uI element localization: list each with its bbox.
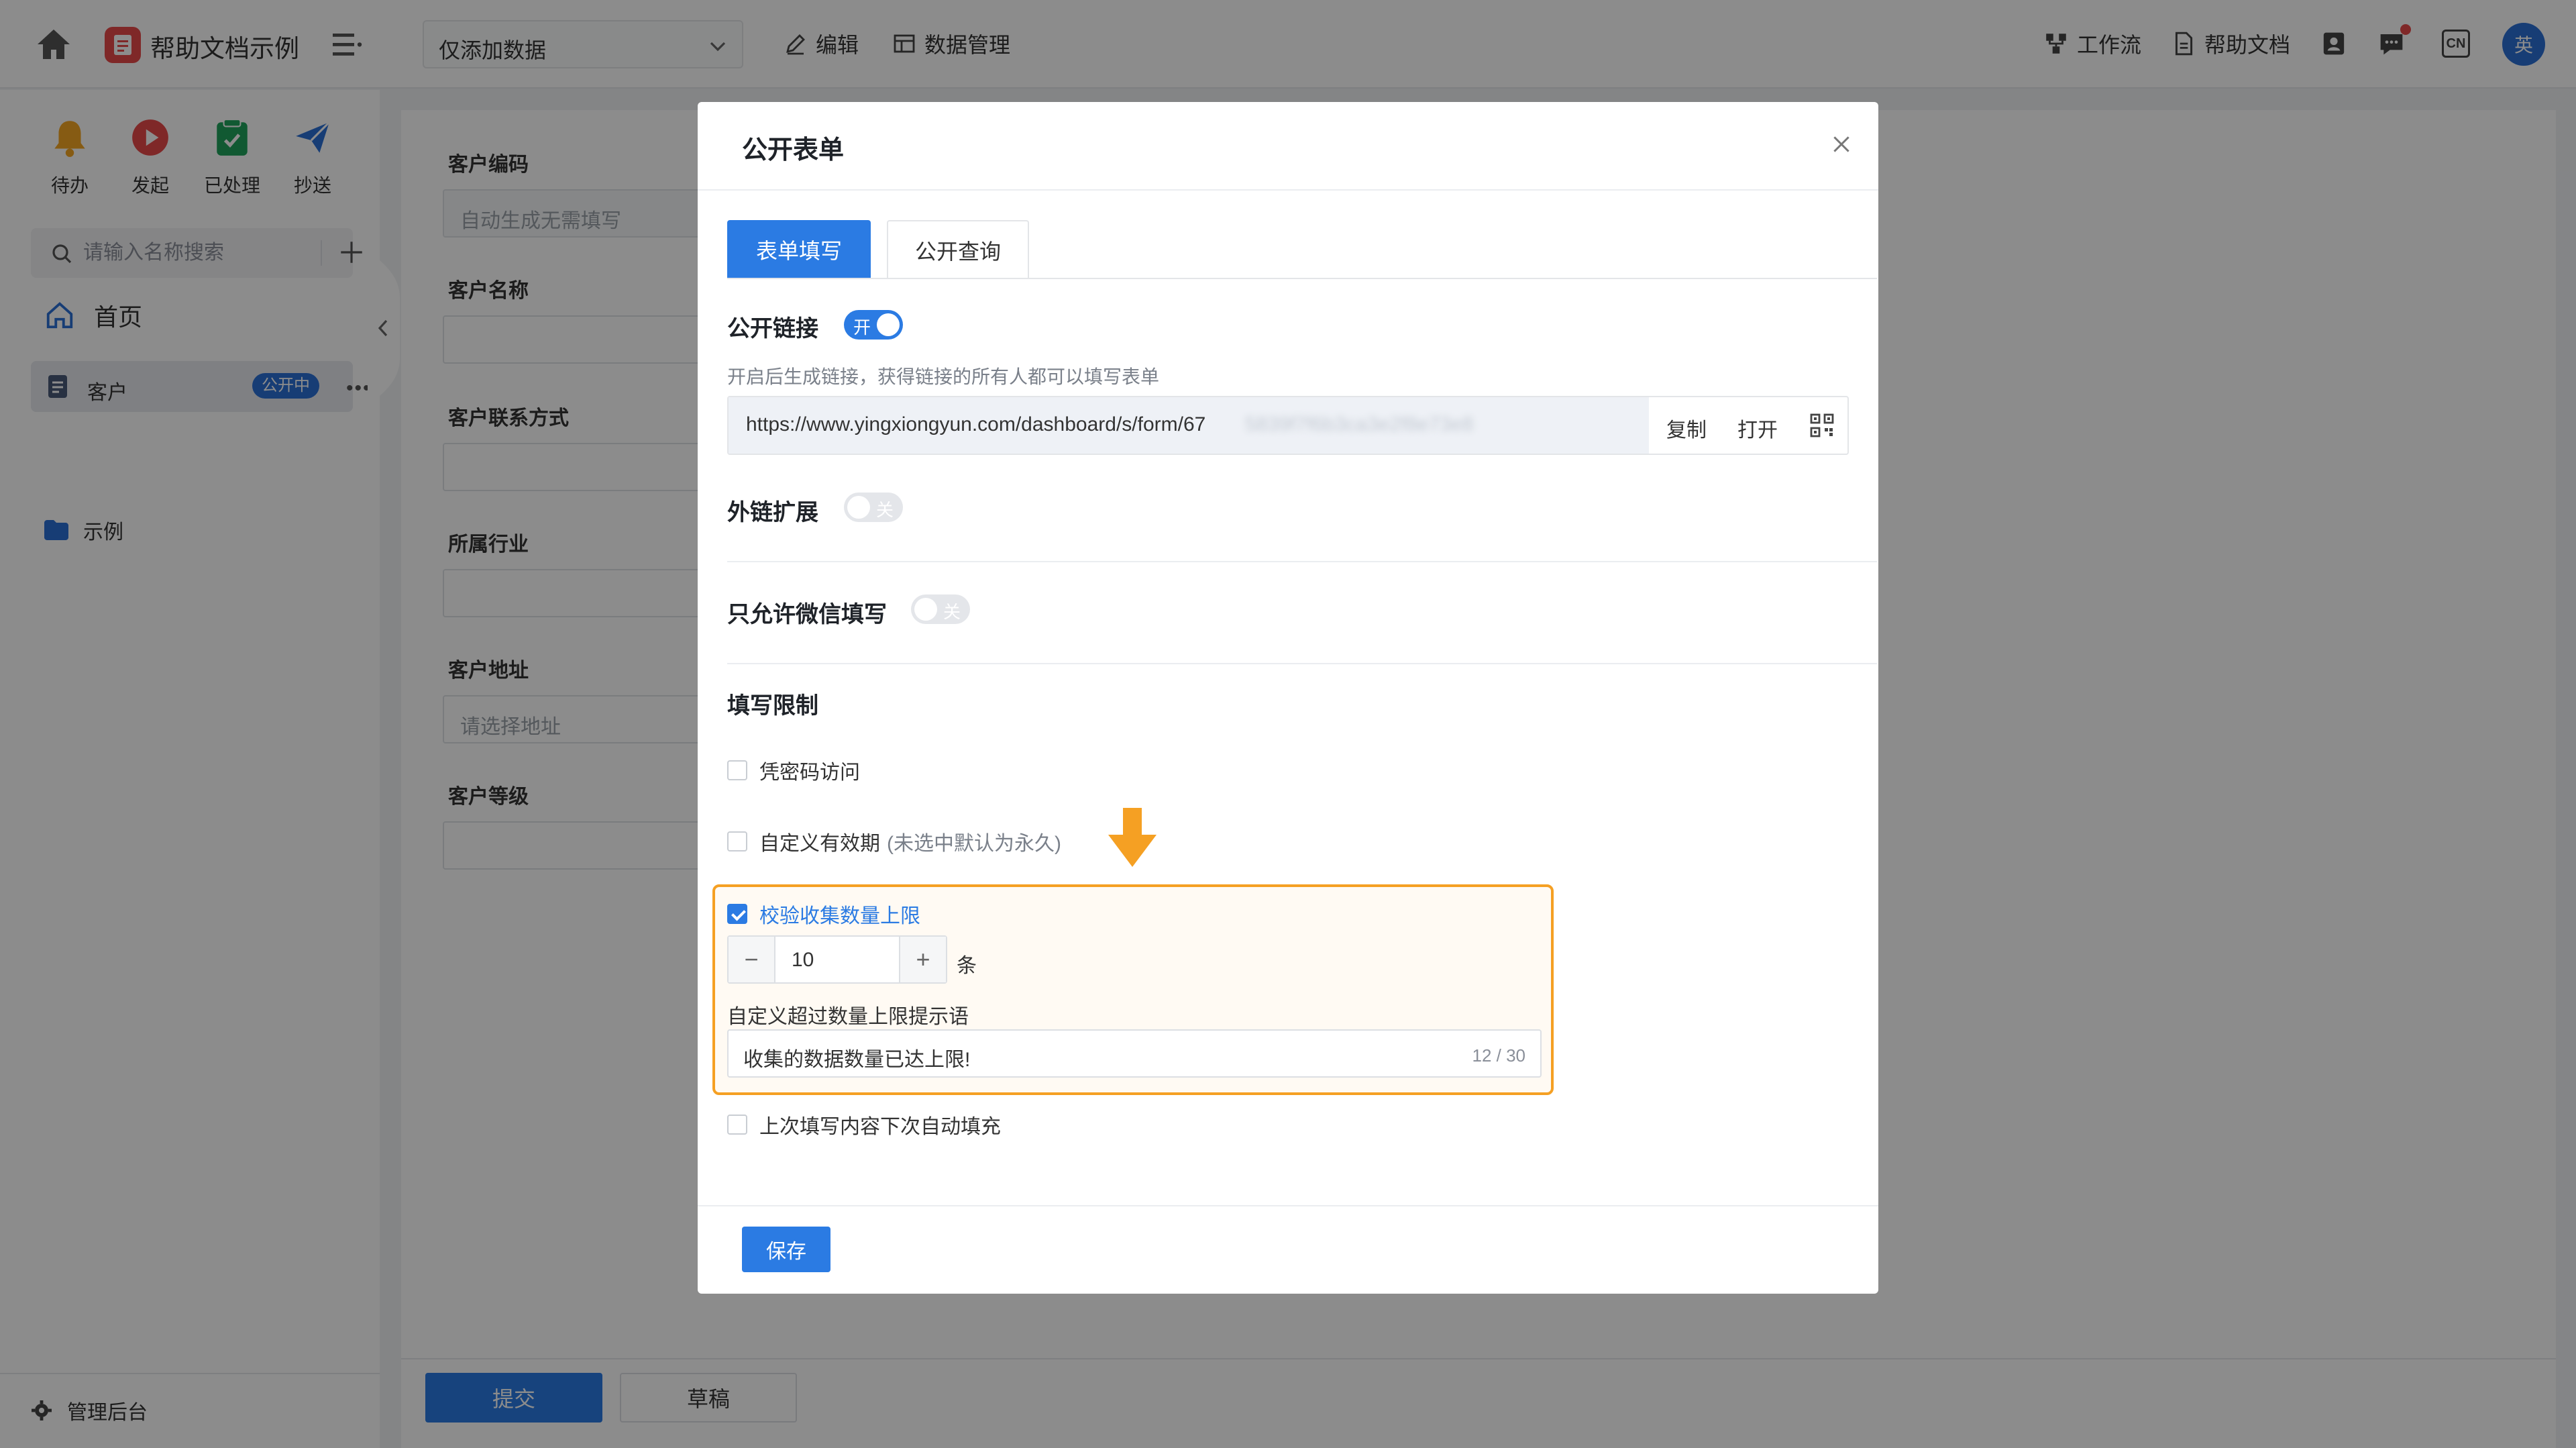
public-form-dialog: 公开表单 表单填写 公开查询 公开链接 开 开启后生成链接，获得链接的所有人都可… [698,102,1878,1294]
collection-limit-option[interactable]: 校验收集数量上限 [727,899,920,929]
autofill-checkbox[interactable] [727,1115,747,1135]
option-label: 凭密码访问 [759,762,860,784]
fill-restrictions-title: 填写限制 [727,693,818,719]
char-counter: 12 / 30 [1472,1045,1525,1066]
collection-limit-checkbox[interactable] [727,904,747,924]
password-access-option[interactable]: 凭密码访问 [727,756,860,785]
toggle-text: 开 [853,317,871,338]
arrow-down-icon [1108,808,1157,867]
wechat-only-label: 只允许微信填写 [727,602,887,627]
save-button[interactable]: 保存 [742,1227,830,1272]
public-url-redacted: 5839f7f6b3ca3e2f8e73e8 [1245,413,1474,435]
divider [727,278,1877,279]
increment-button[interactable]: + [899,937,946,982]
public-link-label: 公开链接 [727,316,818,342]
public-url: https://www.yingxiongyun.com/dashboard/s… [746,413,1206,435]
tab-form-fill[interactable]: 表单填写 [727,220,871,279]
url-field[interactable]: https://www.yingxiongyun.com/dashboard/s… [729,397,1649,454]
close-icon[interactable] [1830,133,1853,156]
custom-validity-checkbox[interactable] [727,831,747,851]
limit-quantity-stepper: − 10 + [727,935,947,984]
public-link-toggle[interactable]: 开 [844,310,903,340]
divider [698,1205,1878,1206]
autofill-option[interactable]: 上次填写内容下次自动填充 [727,1110,1001,1139]
toggle-text: 关 [876,500,894,520]
divider [698,189,1878,191]
wechat-only-toggle[interactable]: 关 [911,594,970,624]
limit-message-input[interactable]: 收集的数据数量已达上限! 12 / 30 [727,1029,1542,1078]
option-label: 自定义有效期 [759,833,880,855]
option-note: (未选中默认为永久) [887,833,1061,855]
tab-public-query[interactable]: 公开查询 [887,220,1029,279]
public-link-hint: 开启后生成链接，获得链接的所有人都可以填写表单 [727,366,1160,387]
open-link-button[interactable]: 打开 [1737,413,1778,443]
public-link-box: https://www.yingxiongyun.com/dashboard/s… [727,396,1849,455]
toggle-knob [847,496,870,519]
collection-limit-panel: 校验收集数量上限 − 10 + 条 自定义超过数量上限提示语 收集的数据数量已达… [712,884,1554,1095]
toggle-knob [914,598,937,621]
external-extension-label: 外链扩展 [727,500,818,525]
toggle-knob [877,313,900,336]
limit-message-label: 自定义超过数量上限提示语 [727,1006,969,1028]
option-label: 校验收集数量上限 [759,905,920,927]
custom-validity-option[interactable]: 自定义有效期 (未选中默认为永久) [727,827,1061,856]
toggle-text: 关 [943,602,961,622]
qr-code-icon[interactable] [1810,413,1834,437]
limit-message-value: 收集的数据数量已达上限! [743,1049,971,1071]
external-extension-toggle[interactable]: 关 [844,493,903,522]
password-access-checkbox[interactable] [727,760,747,780]
decrement-button[interactable]: − [729,937,775,982]
divider [727,663,1877,664]
dialog-title: 公开表单 [742,136,845,164]
limit-quantity-value[interactable]: 10 [792,949,814,972]
copy-link-button[interactable]: 复制 [1666,413,1707,443]
option-label: 上次填写内容下次自动填充 [759,1116,1001,1138]
limit-unit: 条 [957,955,977,977]
divider [727,561,1877,562]
